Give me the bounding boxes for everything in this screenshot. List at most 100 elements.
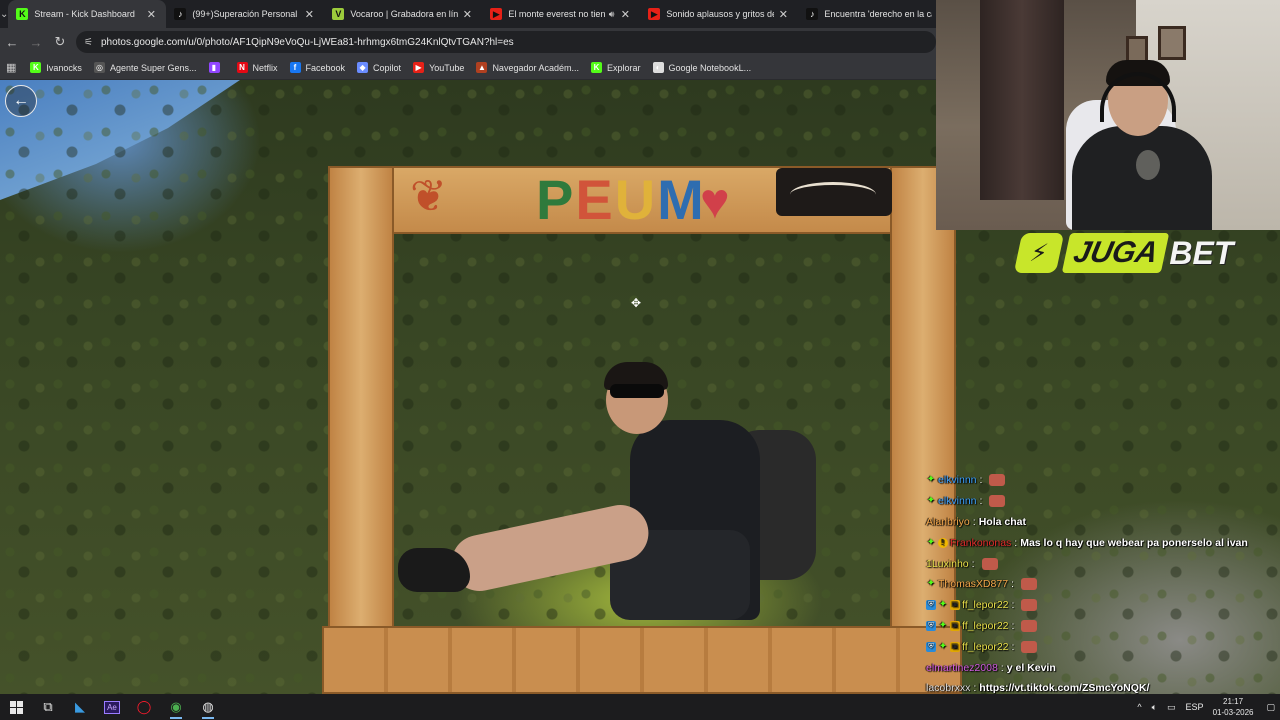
chat-username[interactable]: elkvinnn [938,474,977,486]
bookmark-item[interactable]: ◐ Google NotebookL... [652,62,751,73]
chat-username[interactable]: elkvinnn [938,495,977,507]
chat-username[interactable]: ThomasXD877 [938,578,1008,590]
chat-separator: : [1011,599,1015,612]
chrome-icon[interactable]: ◉ [160,694,192,720]
bookmark-label: Navegador Académ... [492,62,579,73]
chat-username[interactable]: Alanbriyo [926,516,970,528]
bookmark-label: Copilot [373,62,402,73]
webcam-overlay [936,0,1280,230]
tab-search-icon[interactable]: ⌄ [0,0,8,28]
tab-favicon-icon: ▶ [490,8,503,20]
chat-separator: : [1011,578,1014,591]
bookmark-favicon-icon: ▮ [208,62,220,73]
bookmark-favicon-icon: ▲ [476,62,488,73]
emote-icon [1020,578,1037,591]
lightning-icon: ⚡ [1013,233,1065,273]
task-view-icon[interactable]: ⧉ [32,694,64,720]
kick-badge-icon: ✦ [938,599,948,611]
chat-username[interactable]: Frankononas [950,537,1011,549]
speaker-icon[interactable]: 🔈︎ [1152,702,1157,713]
bookmark-item[interactable]: ◆ Copilot [357,62,401,73]
network-icon[interactable]: ▭ [1167,702,1176,713]
close-tab-icon[interactable]: ✕ [144,8,158,21]
bookmark-list: K Ivanocks ◎ Agente Super Gens... ▮ N Netflix f… [30,62,763,73]
bookmark-favicon-icon: N [236,62,248,73]
address-bar[interactable]: ⚟ photos.google.com/u/0/photo/AF1QipN9eV… [76,31,936,53]
tab-strip: ⌄ K Stream - Kick Dashboard ✕ ♪ (99+)Superac… [0,0,946,28]
chat-username[interactable]: 1Luxinho [926,558,969,570]
browser-tab[interactable]: V Vocaroo | Grabadora en línea d✕ [324,0,482,28]
bookmark-item[interactable]: ▲ Navegador Académ... [476,62,579,73]
speaker-icon[interactable]: 🔊︎ [609,9,615,20]
bookmark-item[interactable]: ◎ Agente Super Gens... [93,62,197,73]
streamlabs-icon[interactable]: ◣ [64,694,96,720]
chat-separator: : [979,474,983,487]
bookmark-item[interactable]: f Facebook [289,62,345,73]
gift-badge-icon: ▣ [950,641,960,652]
emote-icon [981,557,998,570]
bookmark-item[interactable]: N Netflix [236,62,278,73]
chat-overlay: ✦ elkvinnn: ✦ elkvinnn: Alanbriyo: Hola chat ✦… [926,470,1280,720]
reload-icon[interactable]: ↻ [48,30,72,54]
curtain [980,0,1064,200]
chat-text: y el Kevin [1006,661,1056,674]
tab-title: Vocaroo | Grabadora en línea d [350,9,459,19]
url-text: photos.google.com/u/0/photo/AF1QipN9eVoQ… [100,36,514,48]
browser-tab[interactable]: ♪ (99+)Superación Personal a Tra✕ [166,0,324,28]
bookmark-favicon-icon: K [30,62,42,73]
start-button[interactable] [0,694,32,720]
bookmark-item[interactable]: ▶ YouTube [413,62,464,73]
chat-message: elmartinez2008: y el Kevin [926,657,1280,678]
windows-taskbar: ⧉ ◣ Ae ◯ ◉ ◍ ^ 🔈︎ ▭ ESP 21:17 01-03-2026… [0,694,1280,720]
chat-username[interactable]: ff_lepor22 [962,599,1009,611]
tab-list: K Stream - Kick Dashboard ✕ ♪ (99+)Superació… [8,0,956,28]
person-shoe [398,548,470,592]
chat-separator: : [1011,640,1015,653]
language-indicator[interactable]: ESP [1186,702,1204,712]
mountain-plate [776,168,892,216]
tab-title: Stream - Kick Dashboard [34,9,135,19]
chat-message: ⛨ ✦ ▣ ff_lepor22: [926,595,1280,616]
sign-letter: U [614,168,658,231]
chat-username[interactable]: elmartinez2008 [926,662,998,674]
windows-icon [9,700,23,714]
chat-username[interactable]: ff_lepor22 [962,620,1009,632]
site-settings-icon[interactable]: ⚟ [84,37,93,48]
chat-separator: : [973,682,977,695]
browser-tab[interactable]: ♪Encuentra 'derecho en la ca✕ [798,0,956,28]
close-tab-icon[interactable]: ✕ [460,8,474,21]
tab-favicon-icon: ♪ [174,8,187,20]
emote-icon [1021,640,1038,653]
obs-icon[interactable]: ◍ [192,694,224,720]
close-tab-icon[interactable]: ✕ [618,8,632,21]
system-tray: ^ 🔈︎ ▭ ESP 21:17 01-03-2026 ▢ [1132,694,1280,720]
emote-icon [989,495,1006,508]
emote-icon [989,474,1006,487]
bookmark-item[interactable]: K Ivanocks [30,62,82,73]
chevron-up-icon[interactable]: ^ [1137,702,1141,712]
chat-username[interactable]: ff_lepor22 [962,641,1009,653]
notification-icon[interactable]: ▢ [1266,702,1275,713]
close-tab-icon[interactable]: ✕ [302,8,316,21]
browser-tab[interactable]: ▶ Sonido aplausos y gritos del pu✕ [640,0,798,28]
bookmark-item[interactable]: ▮ [208,62,225,73]
apps-grid-icon[interactable]: ▦ [6,61,16,74]
bookmark-favicon-icon: ▶ [413,62,425,73]
bookmark-label: Agente Super Gens... [109,62,197,73]
after-effects-icon[interactable]: Ae [96,694,128,720]
bookmark-item[interactable]: K Explorar [591,62,641,73]
shirt-print [1136,150,1160,180]
opera-icon[interactable]: ◯ [128,694,160,720]
browser-tab[interactable]: K Stream - Kick Dashboard ✕ [8,0,167,28]
chat-message: ✦! Frankononas: Mas lo q hay que webear pa… [926,532,1280,553]
browser-tab[interactable]: ▶ El monte everest no tien 🔊︎ ✕ [482,0,640,28]
back-icon[interactable]: ← [0,30,24,54]
back-arrow-icon[interactable]: ← [5,85,37,117]
forward-icon[interactable]: → [24,30,48,54]
bookmark-label: YouTube [429,62,465,73]
bookmark-label: Ivanocks [46,62,82,73]
chat-text: https://vt.tiktok.com/ZSmcYoNQK/ [979,682,1150,695]
chat-username[interactable]: lacobrxxx [926,682,970,694]
clock[interactable]: 21:17 01-03-2026 [1213,696,1254,718]
close-tab-icon[interactable]: ✕ [776,8,790,21]
